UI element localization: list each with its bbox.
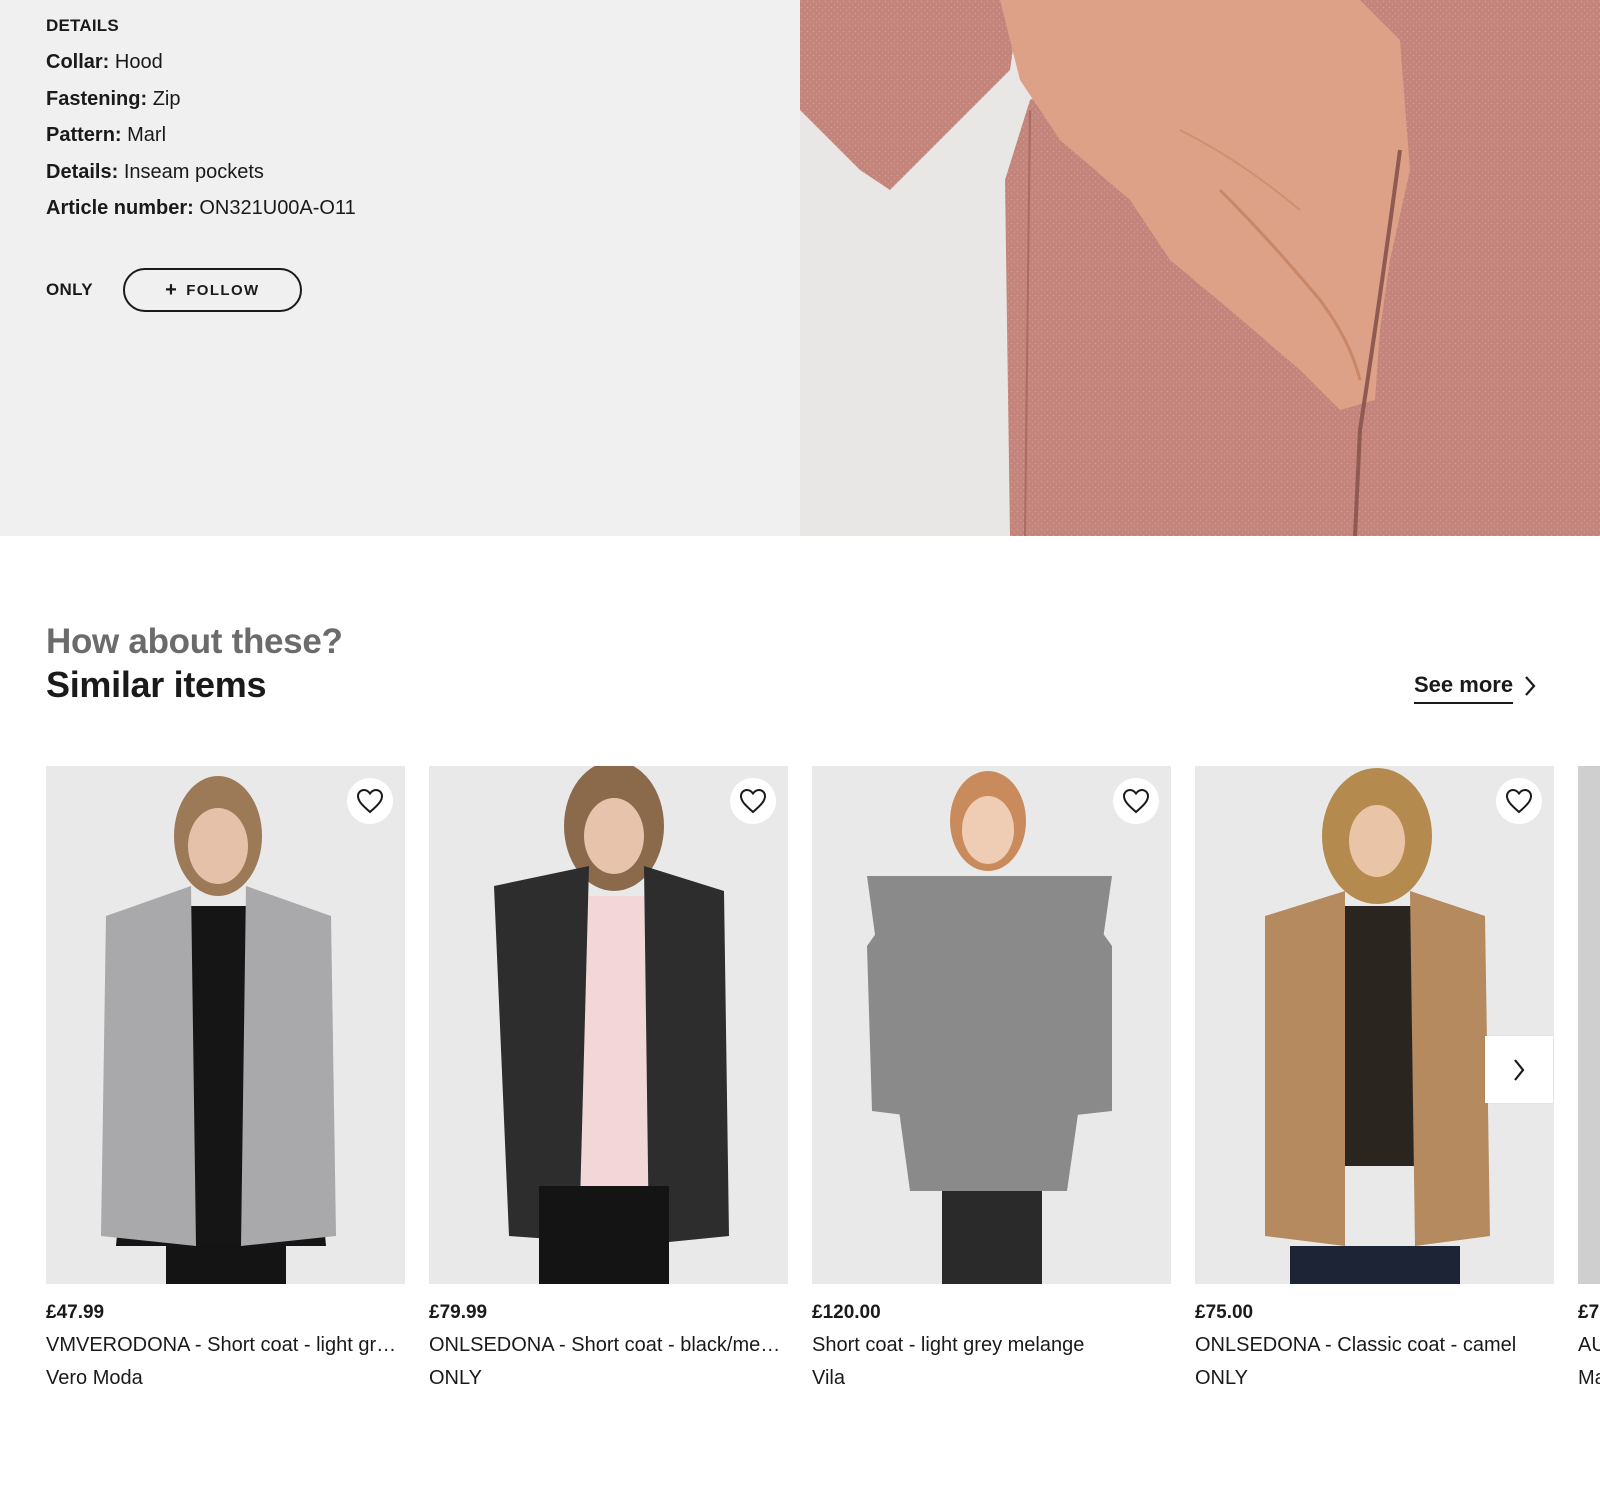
detail-value: Inseam pockets [123,160,264,183]
product-name[interactable]: Short coat - light grey melange [812,1334,1171,1357]
detail-value: Marl [127,124,167,146]
details-panel: DETAILS Collar: Hood Fastening: Zip Patt… [46,16,746,235]
product-name[interactable]: ONLSEDONA - Classic coat - camel [1195,1334,1554,1357]
wishlist-button[interactable] [730,778,776,824]
follow-label: FOLLOW [186,281,260,299]
product-price: £7 [1578,1302,1600,1323]
coat-left [101,886,196,1246]
coat-right [241,886,336,1246]
product-image[interactable] [429,766,788,1284]
chevron-right-icon [1514,1058,1525,1081]
product-card[interactable]: £120.00 Short coat - light grey melange … [812,766,1171,1390]
heart-outline-icon [739,788,767,814]
product-brand: Vero Moda [46,1367,143,1389]
detail-fastening: Fastening: Zip [46,89,746,126]
detail-pattern: Pattern: Marl [46,125,746,162]
detail-key: Collar: [46,51,110,73]
product-card-partial[interactable]: £7 AU Ma [1578,766,1600,1390]
heart-outline-icon [1505,788,1533,814]
section-eyebrow: How about these? [46,622,343,661]
detail-value: ON321U00A-O11 [199,197,356,219]
detail-article-number: Article number: ON321U00A-O11 [46,198,746,235]
wishlist-button[interactable] [347,778,393,824]
brand-link[interactable]: ONLY [46,280,93,300]
coat-left [1265,891,1345,1246]
product-name[interactable]: AU [1578,1334,1600,1357]
detail-key: Details: [46,160,119,183]
heart-outline-icon [356,788,384,814]
product-photo-illustration [429,766,788,1284]
product-price: £79.99 [429,1302,488,1323]
carousel-next-button[interactable] [1485,1036,1553,1103]
closeup-photo-illustration [800,0,1600,536]
detail-details: Details: Inseam pockets [46,162,746,199]
details-section: DETAILS Collar: Hood Fastening: Zip Patt… [0,0,1600,536]
product-photo-illustration [46,766,405,1284]
product-price: £120.00 [812,1302,881,1323]
product-name[interactable]: VMVERODONA - Short coat - light gr… [46,1334,405,1357]
product-image[interactable] [46,766,405,1284]
product-image[interactable] [812,766,1171,1284]
product-price: £47.99 [46,1302,105,1323]
detail-collar: Collar: Hood [46,52,746,89]
see-more-link[interactable]: See more [1414,672,1537,704]
product-closeup-image [800,0,1600,536]
coat-left [494,866,589,1241]
see-more-label: See more [1414,672,1514,704]
product-image[interactable] [1578,766,1600,1284]
heart-outline-icon [1122,788,1150,814]
brand-row: ONLY + FOLLOW [46,268,302,312]
chevron-right-icon [1525,676,1536,696]
product-image[interactable] [1195,766,1554,1284]
product-name[interactable]: ONLSEDONA - Short coat - black/me… [429,1334,788,1357]
detail-value: Hood [114,51,163,73]
product-brand: Ma [1578,1367,1600,1389]
product-card[interactable]: £47.99 VMVERODONA - Short coat - light g… [46,766,405,1390]
coat-right [1410,891,1490,1246]
product-brand: ONLY [1195,1367,1248,1389]
follow-brand-button[interactable]: + FOLLOW [122,268,302,312]
product-card[interactable]: £79.99 ONLSEDONA - Short coat - black/me… [429,766,788,1390]
plus-icon: + [165,279,179,301]
product-price: £75.00 [1195,1302,1254,1323]
product-brand: ONLY [429,1367,482,1389]
details-heading: DETAILS [46,16,119,35]
details-list: Collar: Hood Fastening: Zip Pattern: Mar… [46,52,746,235]
section-title: Similar items [46,664,267,705]
product-photo-illustration [812,766,1171,1284]
detail-key: Pattern: [46,124,122,146]
detail-key: Fastening: [46,87,148,110]
product-brand: Vila [812,1367,845,1389]
wishlist-button[interactable] [1113,778,1159,824]
detail-key: Article number: [46,197,194,219]
detail-value: Zip [152,87,181,110]
wishlist-button[interactable] [1496,778,1542,824]
product-photo-illustration [1195,766,1554,1284]
